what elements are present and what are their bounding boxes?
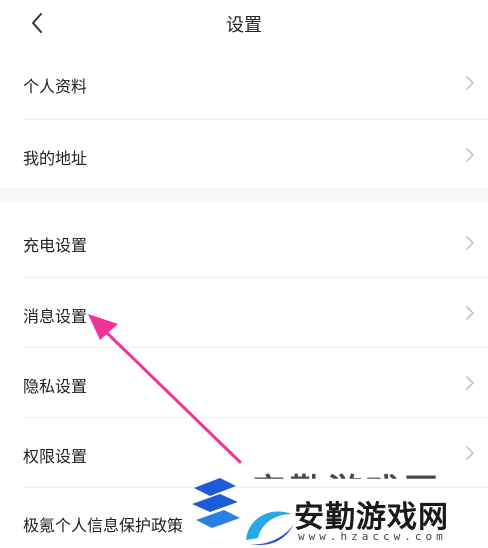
top-bar: 设置 bbox=[0, 0, 488, 46]
settings-item-label: 消息设置 bbox=[23, 307, 88, 326]
settings-item-label: 权限设置 bbox=[23, 447, 88, 466]
chevron-right-icon bbox=[466, 446, 474, 460]
chevron-right-icon bbox=[466, 148, 474, 162]
settings-item-label: 个人资料 bbox=[23, 77, 88, 96]
settings-item-profile[interactable]: 个人资料 bbox=[0, 48, 488, 118]
settings-item-label: 隐私设置 bbox=[23, 377, 88, 396]
watermark: 安勤游戏网 安勤游戏网 www.hzaccw.com bbox=[190, 470, 488, 548]
settings-item-label: 极氪个人信息保护政策 bbox=[23, 516, 184, 535]
settings-item-messages[interactable]: 消息设置 bbox=[0, 278, 488, 348]
chevron-right-icon bbox=[466, 376, 474, 390]
settings-item-label: 我的地址 bbox=[23, 149, 88, 168]
section-separator bbox=[0, 188, 488, 202]
page-title: 设置 bbox=[226, 15, 262, 36]
chevron-right-icon bbox=[466, 236, 474, 250]
settings-item-address[interactable]: 我的地址 bbox=[0, 120, 488, 188]
chevron-right-icon bbox=[466, 306, 474, 320]
watermark-url: www.hzaccw.com bbox=[298, 530, 447, 543]
settings-item-charging[interactable]: 充电设置 bbox=[0, 206, 488, 276]
chevron-right-icon bbox=[466, 76, 474, 90]
watermark-logo-icon bbox=[192, 478, 294, 546]
settings-item-privacy[interactable]: 隐私设置 bbox=[0, 348, 488, 418]
settings-item-label: 充电设置 bbox=[23, 236, 88, 255]
